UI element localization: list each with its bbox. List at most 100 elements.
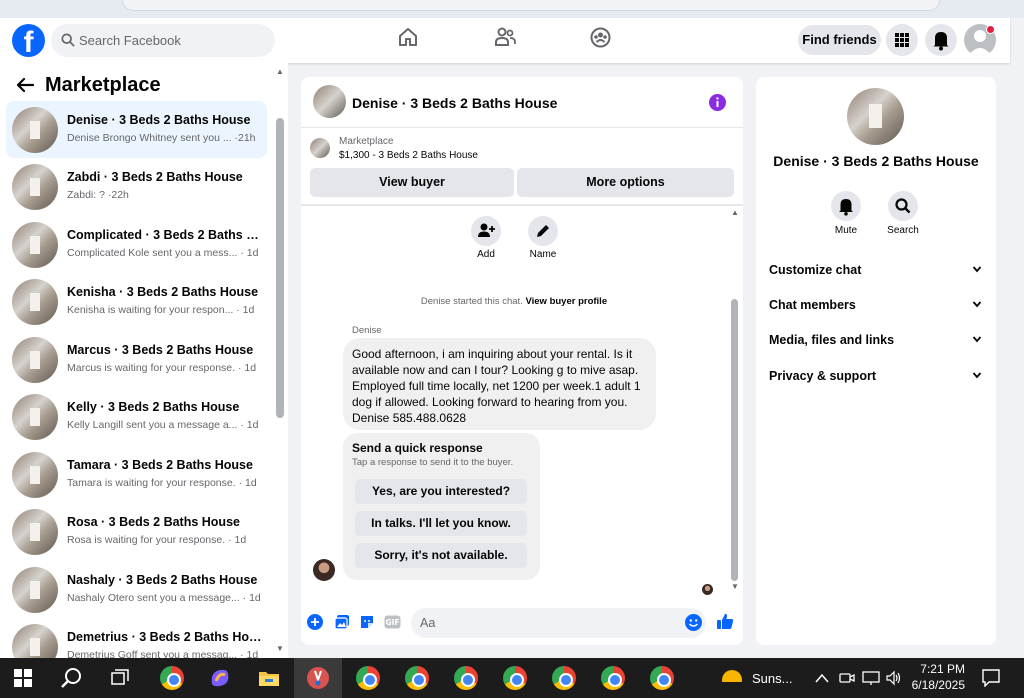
photo-icon[interactable] <box>334 614 350 630</box>
conversation-title: Denise · 3 Beds 2 Baths House <box>67 113 251 127</box>
conversation-item[interactable]: Marcus · 3 Beds 2 Baths House Marcus is w… <box>6 331 267 388</box>
scroll-up-arrow[interactable]: ▲ <box>276 67 284 76</box>
listing-thumbnail[interactable] <box>313 85 346 118</box>
customize-chat-row[interactable]: Customize chat <box>769 263 985 277</box>
chat-members-row[interactable]: Chat members <box>769 298 985 312</box>
groups-icon[interactable] <box>590 27 611 48</box>
listing-thumbnail <box>12 394 58 440</box>
chrome-taskbar-icon[interactable] <box>454 666 478 690</box>
conversation-item[interactable]: Demetrius · 3 Beds 2 Baths House Demetriu… <box>6 618 267 658</box>
add-person-icon <box>478 223 495 237</box>
conversation-item[interactable]: Kelly · 3 Beds 2 Baths House Kelly Langil… <box>6 388 267 445</box>
message-input[interactable]: Aa <box>411 608 706 638</box>
privacy-support-row[interactable]: Privacy & support <box>769 369 985 383</box>
listing-thumbnail <box>12 567 58 613</box>
sidebar-scrollbar[interactable] <box>276 118 284 418</box>
friends-icon[interactable] <box>494 27 516 47</box>
file-explorer-icon[interactable] <box>257 666 281 690</box>
find-friends-button[interactable]: Find friends <box>798 25 881 55</box>
conversation-item[interactable]: Nashaly · 3 Beds 2 Baths House Nashaly Ot… <box>6 561 267 618</box>
chat-scroll-down-arrow[interactable]: ▼ <box>731 582 739 591</box>
search-chat-button[interactable] <box>888 191 918 221</box>
clock-time[interactable]: 7:21 PM <box>905 661 965 677</box>
search-input[interactable]: Search Facebook <box>51 24 275 57</box>
view-buyer-profile-link[interactable]: View buyer profile <box>525 296 607 307</box>
conversation-preview: Complicated Kole sent you a mess... · 1d <box>67 247 259 259</box>
address-bar[interactable] <box>122 0 940 11</box>
sender-avatar[interactable] <box>313 559 335 581</box>
listing-thumbnail <box>12 222 58 268</box>
search-icon[interactable] <box>60 666 84 690</box>
weather-sun-icon[interactable] <box>720 666 744 690</box>
meet-now-icon[interactable] <box>839 670 855 686</box>
conversation-preview: Zabdi: ? ·22h <box>67 189 129 201</box>
notifications-button[interactable] <box>925 24 957 56</box>
menu-button[interactable] <box>886 24 918 56</box>
facebook-logo[interactable]: f <box>12 24 45 57</box>
windows-start-icon[interactable] <box>14 669 32 687</box>
clock-date[interactable]: 6/18/2025 <box>905 678 965 692</box>
conversation-item[interactable]: Rosa · 3 Beds 2 Baths House Rosa is waiti… <box>6 503 267 560</box>
emoji-icon[interactable] <box>685 614 702 631</box>
add-person-button[interactable] <box>471 216 501 246</box>
conversation-item[interactable]: Zabdi · 3 Beds 2 Baths House Zabdi: ? ·22… <box>6 158 267 215</box>
listing-thumbnail <box>12 164 58 210</box>
back-arrow-icon[interactable] <box>16 77 34 93</box>
chat-scroll-up-arrow[interactable]: ▲ <box>731 208 739 217</box>
chrome-taskbar-icon[interactable] <box>160 666 184 690</box>
conversation-title: Marcus · 3 Beds 2 Baths House <box>67 343 254 357</box>
bell-icon <box>839 199 853 216</box>
sticker-icon[interactable] <box>359 614 375 630</box>
listing-thumbnail <box>12 279 58 325</box>
name-label: Name <box>529 249 557 260</box>
conversation-item[interactable]: Tamara · 3 Beds 2 Baths House Tamara is w… <box>6 446 267 503</box>
gif-icon[interactable]: GIF <box>384 614 401 630</box>
media-files-links-row[interactable]: Media, files and links <box>769 333 985 347</box>
weather-text[interactable]: Suns... <box>752 671 792 686</box>
plus-circle-icon[interactable] <box>307 614 323 630</box>
conversation-preview: Demetrius Goff sent you a messag... · 1d <box>67 649 259 658</box>
chrome-taskbar-icon[interactable] <box>405 666 429 690</box>
top-navigation: f Search Facebook Find friends <box>0 18 1010 63</box>
notification-center-icon[interactable] <box>982 669 1000 687</box>
pencil-icon <box>537 225 549 237</box>
thumbs-up-icon[interactable] <box>716 612 734 630</box>
quick-response-subtitle: Tap a response to send it to the buyer. <box>352 457 514 468</box>
listing-large-thumbnail[interactable] <box>847 88 904 145</box>
chat-title[interactable]: Denise · 3 Beds 2 Baths House <box>352 95 557 111</box>
chevron-up-icon[interactable] <box>815 672 829 684</box>
volume-icon[interactable] <box>886 670 902 686</box>
row-label: Customize chat <box>769 263 862 277</box>
quick-reply-button[interactable]: Yes, are you interested? <box>355 479 527 504</box>
conversation-title: Complicated · 3 Beds 2 Baths H... <box>67 228 263 242</box>
task-view-icon[interactable] <box>108 666 132 690</box>
scroll-down-arrow[interactable]: ▼ <box>276 644 284 653</box>
listing-summary: Marketplace $1,300 - 3 Beds 2 Baths Hous… <box>301 129 743 206</box>
conversation-item[interactable]: Complicated · 3 Beds 2 Baths H... Complic… <box>6 216 267 273</box>
chrome-taskbar-icon[interactable] <box>650 666 674 690</box>
mute-label: Mute <box>834 225 858 236</box>
browser-tab-strip <box>0 0 1024 18</box>
conversation-item[interactable]: Kenisha · 3 Beds 2 Baths House Kenisha is… <box>6 273 267 330</box>
snipping-tool-icon[interactable] <box>306 666 330 690</box>
info-icon[interactable] <box>709 94 726 111</box>
mute-button[interactable] <box>831 191 861 221</box>
windows-taskbar: Suns... 7:21 PM 6/18/2025 <box>0 658 1024 698</box>
chat-scrollbar[interactable] <box>731 299 738 581</box>
conversation-preview: Marcus is waiting for your response. · 1… <box>67 362 257 374</box>
chrome-taskbar-icon[interactable] <box>356 666 380 690</box>
chrome-taskbar-icon[interactable] <box>552 666 576 690</box>
listing-small-thumbnail <box>310 138 330 158</box>
name-chat-button[interactable] <box>528 216 558 246</box>
more-options-button[interactable]: More options <box>517 168 734 197</box>
network-icon[interactable] <box>862 670 880 686</box>
conversation-title: Demetrius · 3 Beds 2 Baths House <box>67 630 263 644</box>
chrome-taskbar-icon[interactable] <box>503 666 527 690</box>
copilot-icon[interactable] <box>208 666 232 690</box>
view-buyer-button[interactable]: View buyer <box>310 168 514 197</box>
chrome-taskbar-icon[interactable] <box>601 666 625 690</box>
quick-reply-button[interactable]: In talks. I'll let you know. <box>355 511 527 536</box>
conversation-item[interactable]: Denise · 3 Beds 2 Baths House Denise Bron… <box>6 101 267 158</box>
home-icon[interactable] <box>398 27 418 47</box>
quick-reply-button[interactable]: Sorry, it's not available. <box>355 543 527 568</box>
